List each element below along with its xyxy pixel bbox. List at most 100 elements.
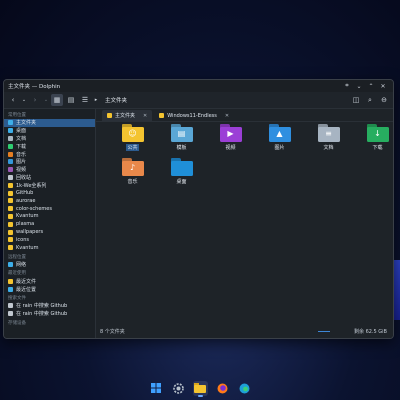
breadcrumb-arrow-icon[interactable]: ▸	[93, 94, 99, 106]
sidebar-item[interactable]: plasma	[4, 220, 95, 228]
tab-label: Windows11-Endless	[167, 112, 217, 119]
search-button[interactable]: ⌕	[364, 94, 376, 106]
sidebar-item[interactable]: wallpapers	[4, 228, 95, 236]
sidebar-section-label: 搜索文件	[8, 295, 26, 301]
folder-item[interactable]: ▲ 图片	[255, 124, 304, 151]
sidebar-item[interactable]: 视频	[4, 166, 95, 174]
sidebar-section-label: 存储设备	[8, 320, 26, 326]
sidebar-item[interactable]: 最近文件	[4, 277, 95, 285]
folder-icon: ≡	[317, 124, 340, 142]
sidebar-item-label: plasma	[16, 221, 35, 228]
title-bar: 主文件夹 — Dolphin ⌗ ⌄ ⌃ ✕	[4, 80, 393, 92]
sidebar-item[interactable]: 主文件夹	[4, 119, 95, 127]
folder-item[interactable]: ≡ 文档	[304, 124, 353, 151]
sidebar-item[interactable]: Kvantum	[4, 213, 95, 221]
folder-icon	[8, 237, 13, 243]
pin-icon[interactable]: ⌗	[341, 82, 353, 90]
maximize-button[interactable]: ⌃	[365, 83, 377, 90]
folder-item[interactable]: ↓ 下载	[353, 124, 393, 151]
sidebar-item-label: 网络	[16, 261, 27, 268]
sidebar-item-label: 主文件夹	[16, 120, 37, 127]
sidebar-item[interactable]: 回收站	[4, 174, 95, 182]
sidebar-item-label: 在 rain 中搜索 Github	[16, 303, 68, 310]
sidebar-section-label: 远程位置	[8, 254, 26, 260]
status-bar: 8 个文件夹 剩余 62.5 GiB	[100, 328, 387, 335]
minimize-button[interactable]: ⌄	[353, 83, 365, 90]
sidebar-section-label: 最近使用	[8, 271, 26, 277]
sidebar-item-label: 最近文件	[16, 278, 37, 285]
folder-item[interactable]: ♪ 音乐	[108, 158, 157, 185]
folder-item[interactable]: 桌面	[157, 158, 206, 185]
sidebar-item-label: icons	[16, 236, 29, 243]
folder-icon	[107, 113, 112, 118]
folder-item[interactable]: ▤ 模板	[157, 124, 206, 151]
sidebar-item[interactable]: 桌面	[4, 127, 95, 135]
icons-view-button[interactable]: ▦	[51, 94, 63, 106]
sidebar-item[interactable]: color-schemes	[4, 205, 95, 213]
split-view-button[interactable]: ◫	[350, 94, 362, 106]
file-manager-icon[interactable]	[192, 380, 208, 397]
folder-item[interactable]: ▶ 视频	[206, 124, 255, 151]
recent-locations-icon	[8, 286, 13, 292]
forward-button[interactable]: ›	[29, 94, 41, 106]
sidebar-item[interactable]: aurorae	[4, 197, 95, 205]
folder-label: 桌面	[176, 179, 187, 185]
sidebar-item[interactable]: 音乐	[4, 150, 95, 158]
sidebar-section-label: 常用位置	[8, 113, 26, 118]
settings-icon[interactable]	[171, 381, 186, 396]
window-title: 主文件夹 — Dolphin	[8, 84, 61, 90]
sidebar-item-label: color-schemes	[16, 205, 52, 212]
compact-view-button[interactable]: ▤	[65, 94, 77, 106]
sidebar-item-label: 最近位置	[16, 286, 37, 293]
folder-icon	[8, 198, 13, 204]
folder-icon	[8, 182, 13, 188]
sidebar-item-label: Kvantum	[16, 244, 39, 251]
folder-icon	[8, 229, 13, 235]
back-dropdown-icon[interactable]: ⌄	[21, 94, 27, 106]
sidebar-item[interactable]: 在 rain 中搜索 Github	[4, 302, 95, 310]
sidebar-item[interactable]: 1k-We全系列	[4, 181, 95, 189]
sidebar-item[interactable]: Kvantum	[4, 244, 95, 252]
folder-item[interactable]: ☺ 公共	[108, 124, 157, 151]
menu-button[interactable]: ⊖	[378, 94, 390, 106]
sidebar-item-label: 音乐	[16, 151, 27, 158]
sidebar-item[interactable]: 图片	[4, 158, 95, 166]
home-icon	[8, 120, 13, 126]
tab-0[interactable]: 主文件夹 ✕	[102, 110, 153, 121]
folder-icon	[170, 158, 193, 176]
sidebar-item[interactable]: 文档	[4, 135, 95, 143]
sidebar-item[interactable]: 在 rain 中搜索 Github	[4, 310, 95, 318]
folder-icon: ▤	[170, 124, 193, 142]
start-icon[interactable]	[149, 381, 164, 396]
file-grid: ☺ 公共 ▤ 模板 ▶ 视频 ▲ 图片 ≡ 文档 ↓ 下载 ♪ 音乐 桌面	[108, 124, 393, 185]
tab-label: 主文件夹	[115, 113, 136, 119]
breadcrumb[interactable]: 主文件夹	[105, 96, 127, 104]
edge-icon[interactable]	[237, 381, 252, 396]
folder-icon: ☺	[121, 124, 144, 142]
recent-files-icon	[8, 278, 13, 284]
folder-icon: ▶	[219, 124, 242, 142]
details-view-button[interactable]: ☰	[79, 94, 91, 106]
firefox-icon[interactable]	[215, 381, 230, 396]
sidebar-item[interactable]: 下载	[4, 142, 95, 150]
sidebar-item-label: wallpapers	[16, 229, 44, 236]
file-view: 主文件夹 ✕ Windows11-Endless ✕ ☺ 公共 ▤ 模板 ▶ 视频 ▲ 图片 ≡ 文档 ↓…	[96, 109, 393, 338]
tab-1[interactable]: Windows11-Endless ✕	[154, 110, 234, 121]
videos-icon	[8, 167, 13, 173]
sidebar-item[interactable]: icons	[4, 236, 95, 244]
places-panel: 常用位置主文件夹 桌面 文档 下载 音乐 图片 视频 回收站 1k-We全系列 GitHub aur…	[4, 109, 96, 338]
close-tab-icon[interactable]: ✕	[225, 113, 229, 119]
back-button[interactable]: ‹	[7, 94, 19, 106]
sidebar-item[interactable]: 网络	[4, 261, 95, 269]
folder-label: 视频	[225, 145, 236, 151]
sidebar-item[interactable]: 最近位置	[4, 285, 95, 293]
close-button[interactable]: ✕	[377, 83, 389, 90]
sidebar-item-label: 回收站	[16, 174, 32, 181]
sidebar-item[interactable]: GitHub	[4, 189, 95, 197]
forward-dropdown-icon[interactable]: ⌄	[43, 94, 49, 106]
close-tab-icon[interactable]: ✕	[143, 113, 147, 119]
sidebar-item-label: 视频	[16, 167, 27, 174]
folder-icon	[8, 213, 13, 219]
sidebar-item-label: 在 rain 中搜索 Github	[16, 311, 68, 318]
folder-icon	[8, 190, 13, 196]
